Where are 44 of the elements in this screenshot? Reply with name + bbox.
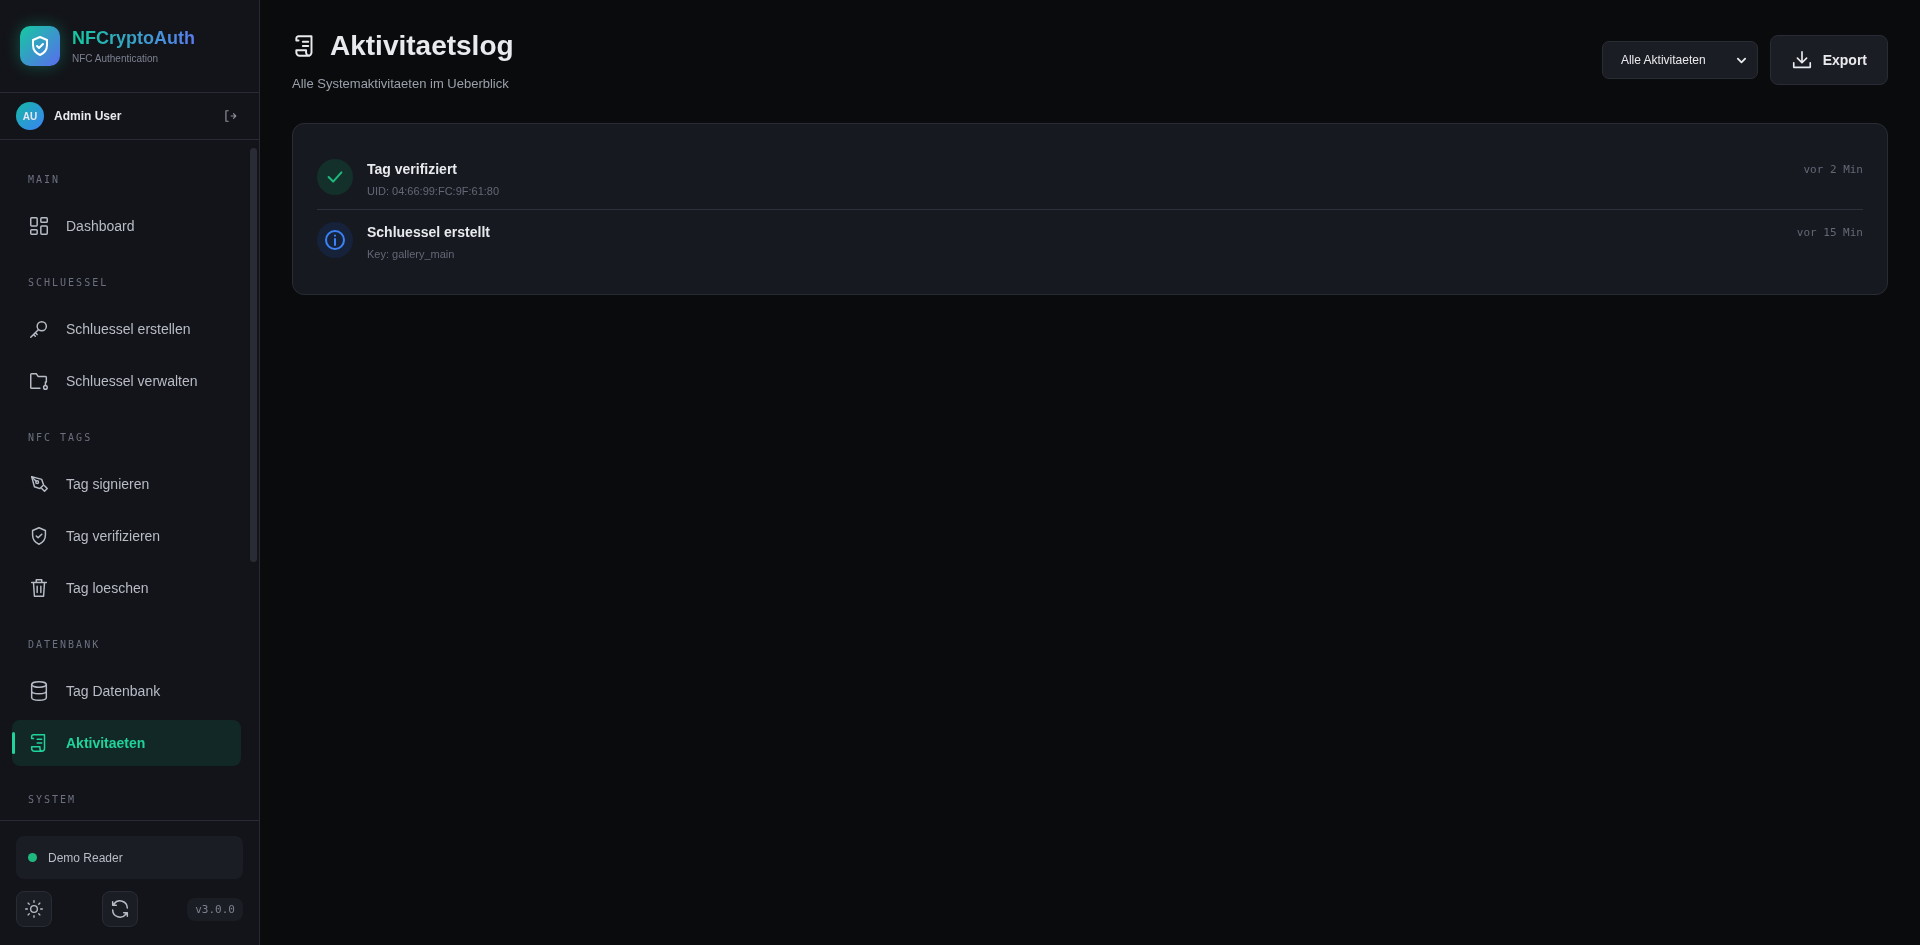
reader-name: Demo Reader bbox=[48, 850, 123, 865]
section-label: DATENBANK bbox=[28, 639, 102, 650]
logout-icon[interactable] bbox=[223, 109, 237, 123]
pen-nib-icon bbox=[28, 473, 50, 495]
grid-icon bbox=[28, 215, 50, 237]
user-avatar: AU bbox=[16, 102, 44, 130]
activity-title: Schluessel erstellt bbox=[367, 224, 491, 240]
nav-item[interactable]: Aktivitaeten bbox=[12, 720, 241, 766]
export-button[interactable]: Export bbox=[1769, 35, 1888, 85]
scrollbar-thumb[interactable] bbox=[250, 148, 257, 562]
activity-detail: UID: 04:66:99:FC:9F:61:80 bbox=[367, 185, 501, 197]
nav-item[interactable]: Schluessel verwalten bbox=[12, 358, 241, 404]
nav-item[interactable]: Tag signieren bbox=[12, 461, 241, 507]
nav-item[interactable]: Tag Datenbank bbox=[12, 668, 241, 714]
page-title: Aktivitaetslog bbox=[330, 30, 514, 62]
section-label: NFC TAGS bbox=[28, 432, 94, 443]
section-label: SYSTEM bbox=[28, 794, 78, 805]
filter-dropdown[interactable]: Alle Aktivitaeten bbox=[1601, 41, 1758, 79]
nav-item[interactable]: Schluessel erstellen bbox=[12, 306, 241, 352]
nav-item[interactable]: Tag loeschen bbox=[12, 565, 241, 611]
app-name: NFCryptoAuth bbox=[72, 28, 195, 49]
trash-icon bbox=[28, 577, 50, 599]
sun-icon bbox=[24, 899, 44, 919]
refresh-button[interactable] bbox=[101, 891, 138, 927]
folder-key-icon bbox=[28, 370, 50, 392]
version-badge: v3.0.0 bbox=[187, 897, 243, 921]
section-label: SCHLUESSEL bbox=[28, 277, 110, 288]
activity-time: vor 2 Min bbox=[1803, 162, 1863, 176]
activity-detail: Key: gallery_main bbox=[367, 248, 456, 260]
activity-title: Tag verifiziert bbox=[367, 161, 458, 177]
app-subtitle: NFC Authentication bbox=[72, 53, 160, 64]
database-icon bbox=[28, 680, 50, 702]
page-subtitle: Alle Systemaktivitaeten im Ueberblick bbox=[292, 76, 510, 91]
nav-item[interactable]: Tag verifizieren bbox=[12, 513, 241, 559]
user-name: Admin User bbox=[54, 109, 123, 123]
theme-toggle-button[interactable] bbox=[16, 891, 52, 927]
section-label: MAIN bbox=[28, 174, 62, 185]
info-icon bbox=[317, 222, 353, 258]
check-icon bbox=[317, 159, 353, 195]
activity-time: vor 15 Min bbox=[1796, 225, 1863, 239]
download-icon bbox=[1790, 49, 1813, 71]
key-icon bbox=[28, 318, 50, 340]
shield-check-icon bbox=[20, 26, 60, 66]
nav-item[interactable]: Dashboard bbox=[12, 203, 241, 249]
